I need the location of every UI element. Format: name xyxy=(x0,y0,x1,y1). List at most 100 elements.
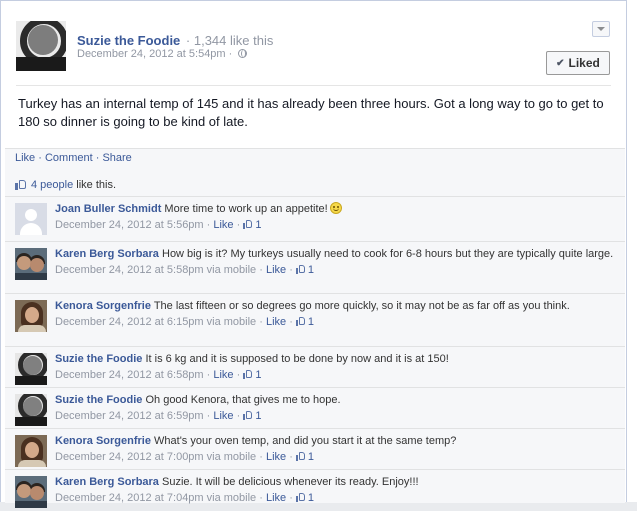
comment-like-count[interactable]: 1 xyxy=(295,316,314,328)
comment-text: The last fifteen or so degrees go more q… xyxy=(153,300,570,312)
comment-via: via mobile xyxy=(203,316,257,328)
comment-like-count[interactable]: 1 xyxy=(295,264,314,276)
comment-meta: December 24, 2012 at 6:15pm via mobile ·… xyxy=(55,316,315,328)
comment-like-count[interactable]: 1 xyxy=(243,219,261,231)
comment-item: Suzie the Foodie Oh good Kenora, that gi… xyxy=(5,387,625,429)
liked-button[interactable]: ✔ Liked xyxy=(546,51,610,75)
liked-label: Liked xyxy=(568,56,600,70)
thumbs-up-icon xyxy=(15,179,27,190)
post-header: Suzie the Foodie · 1,344 like this Decem… xyxy=(1,1,626,85)
comment-like-count[interactable]: 1 xyxy=(243,410,261,422)
comment-body: Karen Berg Sorbara How big is it? My tur… xyxy=(55,247,615,277)
comment-timestamp[interactable]: December 24, 2012 at 6:58pm xyxy=(55,369,204,381)
avatar[interactable] xyxy=(15,203,47,235)
share-link[interactable]: Share xyxy=(102,152,131,164)
comment-like-link[interactable]: Like xyxy=(266,451,286,463)
comment-meta: December 24, 2012 at 7:00pm via mobile ·… xyxy=(55,451,315,463)
comment-text: Oh good Kenora, that gives me to hope. xyxy=(145,394,341,406)
divider xyxy=(16,85,611,86)
comment-link[interactable]: Comment xyxy=(45,152,93,164)
post-timestamp[interactable]: December 24, 2012 at 5:54pm · xyxy=(77,48,232,60)
likers-link[interactable]: 4 people xyxy=(31,179,73,191)
avatar[interactable] xyxy=(16,21,66,71)
likes-summary: 4 people like this. xyxy=(15,179,116,191)
post-actions: Like · Comment · Share xyxy=(15,152,132,164)
feedback-section: 4 people like this. Joan Buller Schmidt … xyxy=(5,148,625,508)
comment-like-link[interactable]: Like xyxy=(266,492,286,504)
author-line: Suzie the Foodie · 1,344 like this xyxy=(77,33,273,48)
comment-author[interactable]: Suzie the Foodie xyxy=(55,394,142,406)
avatar[interactable] xyxy=(15,435,47,467)
comment-like-link[interactable]: Like xyxy=(213,219,233,231)
comment-body: Kenora Sorgenfrie The last fifteen or so… xyxy=(55,299,615,329)
comment-author[interactable]: Suzie the Foodie xyxy=(55,353,142,365)
thumbs-up-icon xyxy=(295,452,306,461)
avatar[interactable] xyxy=(15,353,47,385)
comment-text: It is 6 kg and it is supposed to be done… xyxy=(145,353,449,365)
comment-meta: December 24, 2012 at 7:04pm via mobile ·… xyxy=(55,492,315,504)
page-edge xyxy=(627,0,637,502)
comment-like-link[interactable]: Like xyxy=(266,264,286,276)
comment-meta: December 24, 2012 at 6:58pm · Like · 1 xyxy=(55,369,262,381)
comment-timestamp[interactable]: December 24, 2012 at 5:56pm xyxy=(55,219,204,231)
comment-like-count[interactable]: 1 xyxy=(243,369,261,381)
avatar[interactable] xyxy=(15,476,47,508)
avatar[interactable] xyxy=(15,300,47,332)
comment-meta: December 24, 2012 at 5:56pm · Like · 1 xyxy=(55,219,262,231)
comment-text: How big is it? My turkeys usually need t… xyxy=(162,248,614,260)
comment-timestamp[interactable]: December 24, 2012 at 7:04pm xyxy=(55,492,204,504)
comment-item: Suzie the Foodie It is 6 kg and it is su… xyxy=(5,346,625,388)
comment-via: via mobile xyxy=(203,451,257,463)
thumbs-up-icon xyxy=(243,220,253,229)
comment-text: What's your oven temp, and did you start… xyxy=(154,435,457,447)
post-card: Suzie the Foodie · 1,344 like this Decem… xyxy=(0,0,627,508)
comment-like-link[interactable]: Like xyxy=(213,369,233,381)
comment-meta: December 24, 2012 at 6:59pm · Like · 1 xyxy=(55,410,262,422)
comment-body: Suzie the Foodie It is 6 kg and it is su… xyxy=(55,352,615,382)
post-text: Turkey has an internal temp of 145 and i… xyxy=(18,96,604,129)
comment-body: Karen Berg Sorbara Suzie. It will be del… xyxy=(55,475,615,505)
like-link[interactable]: Like xyxy=(15,152,35,164)
comment-text: More time to work up an appetite! xyxy=(164,203,328,215)
thumbs-up-icon xyxy=(295,265,306,274)
comment-via: via mobile xyxy=(203,492,257,504)
comment-like-link[interactable]: Like xyxy=(266,316,286,328)
check-icon: ✔ xyxy=(556,57,565,69)
comment-item: Joan Buller Schmidt More time to work up… xyxy=(5,196,625,242)
comment-body: Kenora Sorgenfrie What's your oven temp,… xyxy=(55,434,615,464)
comment-timestamp[interactable]: December 24, 2012 at 6:15pm xyxy=(55,316,204,328)
avatar[interactable] xyxy=(15,248,47,280)
comment-author[interactable]: Karen Berg Sorbara xyxy=(55,248,159,260)
comment-via: via mobile xyxy=(203,264,257,276)
comment-text: Suzie. It will be delicious whenever its… xyxy=(162,476,419,488)
chevron-down-icon xyxy=(597,27,605,31)
post-options-button[interactable] xyxy=(592,21,610,37)
comment-timestamp[interactable]: December 24, 2012 at 6:59pm xyxy=(55,410,204,422)
comment-timestamp[interactable]: December 24, 2012 at 7:00pm xyxy=(55,451,204,463)
smile-icon xyxy=(329,202,342,214)
comment-body: Joan Buller Schmidt More time to work up… xyxy=(55,202,615,232)
post-date: December 24, 2012 at 5:54pm · xyxy=(77,48,248,60)
comment-author[interactable]: Kenora Sorgenfrie xyxy=(55,300,151,312)
comment-author[interactable]: Joan Buller Schmidt xyxy=(55,203,161,215)
comment-item: Kenora Sorgenfrie The last fifteen or so… xyxy=(5,293,625,347)
comment-author[interactable]: Karen Berg Sorbara xyxy=(55,476,159,488)
avatar[interactable] xyxy=(15,394,47,426)
thumbs-up-icon xyxy=(295,493,306,502)
comment-like-link[interactable]: Like xyxy=(213,410,233,422)
thumbs-up-icon xyxy=(295,317,306,326)
comment-item: Karen Berg Sorbara How big is it? My tur… xyxy=(5,241,625,294)
comment-timestamp[interactable]: December 24, 2012 at 5:58pm xyxy=(55,264,204,276)
globe-icon[interactable] xyxy=(238,49,248,58)
comment-author[interactable]: Kenora Sorgenfrie xyxy=(55,435,151,447)
author-name[interactable]: Suzie the Foodie xyxy=(77,33,180,48)
comment-like-count[interactable]: 1 xyxy=(295,451,314,463)
comment-meta: December 24, 2012 at 5:58pm via mobile ·… xyxy=(55,264,315,276)
comment-item: Kenora Sorgenfrie What's your oven temp,… xyxy=(5,428,625,470)
page-like-count: · 1,344 like this xyxy=(185,33,274,48)
likes-suffix: like this. xyxy=(73,179,117,191)
comment-item: Karen Berg Sorbara Suzie. It will be del… xyxy=(5,469,625,511)
thumbs-up-icon xyxy=(243,411,253,420)
comment-body: Suzie the Foodie Oh good Kenora, that gi… xyxy=(55,393,615,423)
comment-like-count[interactable]: 1 xyxy=(295,492,314,504)
